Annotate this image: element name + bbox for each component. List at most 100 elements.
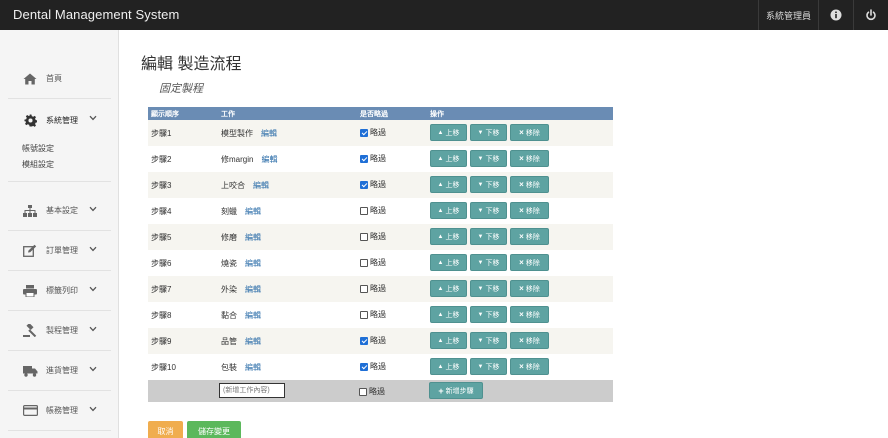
skip-checkbox[interactable]: 略過 (360, 205, 386, 216)
edit-link[interactable]: 編輯 (261, 155, 277, 164)
edit-link[interactable]: 編輯 (253, 181, 269, 190)
move-down-button[interactable]: ▼ 下移 (470, 176, 507, 193)
edit-link[interactable]: 編輯 (245, 233, 261, 242)
checkbox-box[interactable] (360, 180, 368, 189)
move-up-button[interactable]: ▲ 上移 (430, 254, 467, 271)
step-work-name: 黏合 (221, 311, 237, 320)
move-up-button[interactable]: ▲ 上移 (430, 176, 467, 193)
credit-card-icon (22, 403, 38, 419)
edit-link[interactable]: 編輯 (245, 311, 261, 320)
checkbox-box[interactable] (360, 258, 368, 267)
step-work-name: 品管 (221, 337, 237, 346)
sidebar-subitem-accounts[interactable]: 帳號設定 (22, 143, 54, 154)
remove-button[interactable]: × 移除 (510, 124, 549, 141)
remove-button[interactable]: × 移除 (510, 228, 549, 245)
checkbox-box[interactable] (360, 128, 368, 137)
add-step-button[interactable]: + 新增步驟 (429, 382, 483, 399)
sidebar-item-label: 系統管理 (46, 115, 78, 125)
caret-up-icon: ▲ (437, 181, 444, 188)
new-skip-checkbox[interactable]: 略過 (359, 386, 385, 397)
sidebar-item-system[interactable]: 系統管理 (8, 100, 111, 140)
move-down-button[interactable]: ▼ 下移 (470, 202, 507, 219)
skip-checkbox[interactable]: 略過 (360, 257, 386, 268)
checkbox-box[interactable] (360, 310, 368, 319)
skip-checkbox[interactable]: 略過 (360, 153, 386, 164)
move-down-button[interactable]: ▼ 下移 (470, 280, 507, 297)
move-down-button[interactable]: ▼ 下移 (470, 124, 507, 141)
move-up-button[interactable]: ▲ 上移 (430, 124, 467, 141)
sidebar-item-label-print[interactable]: 標籤列印 (8, 271, 111, 311)
chevron-down-icon (89, 326, 97, 332)
checkbox-box[interactable] (360, 232, 368, 241)
sidebar-item-label: 帳務管理 (46, 406, 78, 415)
checkbox-box[interactable] (359, 387, 367, 396)
edit-link[interactable]: 編輯 (245, 259, 261, 268)
info-button[interactable] (818, 0, 853, 30)
step-work: 燒瓷 編輯 (221, 258, 261, 269)
move-up-button[interactable]: ▲ 上移 (430, 332, 467, 349)
edit-link[interactable]: 編輯 (245, 337, 261, 346)
remove-button[interactable]: × 移除 (510, 306, 549, 323)
app-title[interactable]: Dental Management System (13, 7, 179, 22)
step-work: 刻蠟 編輯 (221, 206, 261, 217)
sidebar-subitem-modules[interactable]: 模組設定 (22, 159, 54, 170)
caret-up-icon: ▲ (437, 155, 444, 162)
skip-checkbox[interactable]: 略過 (360, 179, 386, 190)
move-down-button[interactable]: ▼ 下移 (470, 150, 507, 167)
remove-button[interactable]: × 移除 (510, 254, 549, 271)
skip-checkbox[interactable]: 略過 (360, 283, 386, 294)
skip-label: 略過 (370, 180, 386, 189)
move-up-button[interactable]: ▲ 上移 (430, 150, 467, 167)
move-up-label: 上移 (445, 129, 460, 137)
checkbox-box[interactable] (360, 284, 368, 293)
checkbox-box[interactable] (360, 154, 368, 163)
sidebar: 首頁 系統管理 帳號設定 模組設定 基本設定 訂單管理 標籤列印 製程管理 進貨… (0, 30, 119, 438)
remove-button[interactable]: × 移除 (510, 150, 549, 167)
move-down-button[interactable]: ▼ 下移 (470, 228, 507, 245)
checkbox-box[interactable] (360, 362, 368, 371)
sidebar-item-process[interactable]: 製程管理 (8, 311, 111, 351)
move-down-label: 下移 (485, 311, 500, 319)
move-up-button[interactable]: ▲ 上移 (430, 202, 467, 219)
remove-button[interactable]: × 移除 (510, 332, 549, 349)
user-menu[interactable]: 系統管理員 (758, 0, 818, 30)
move-up-button[interactable]: ▲ 上移 (430, 358, 467, 375)
move-up-button[interactable]: ▲ 上移 (430, 228, 467, 245)
edit-link[interactable]: 編輯 (245, 207, 261, 216)
move-down-button[interactable]: ▼ 下移 (470, 358, 507, 375)
skip-checkbox[interactable]: 略過 (360, 127, 386, 138)
edit-link[interactable]: 編輯 (261, 129, 277, 138)
sidebar-item-shipping[interactable]: 進貨管理 (8, 351, 111, 391)
skip-checkbox[interactable]: 略過 (360, 361, 386, 372)
move-down-label: 下移 (485, 155, 500, 163)
save-button[interactable]: 儲存變更 (187, 421, 241, 438)
sidebar-item-basic-settings[interactable]: 基本設定 (8, 191, 111, 231)
skip-checkbox[interactable]: 略過 (360, 309, 386, 320)
edit-link[interactable]: 編輯 (245, 363, 261, 372)
process-table: 顯示順序 工作 是否略過 操作 步驟1 模型製作 編輯 略過 ▲ 上移 ▼ 下移 × 移除 步驟2 修… (148, 107, 613, 402)
chevron-down-icon (89, 206, 97, 212)
edit-link[interactable]: 編輯 (245, 285, 261, 294)
remove-button[interactable]: × 移除 (510, 202, 549, 219)
move-down-button[interactable]: ▼ 下移 (470, 332, 507, 349)
sidebar-item-accounting[interactable]: 帳務管理 (8, 391, 111, 431)
remove-button[interactable]: × 移除 (510, 358, 549, 375)
skip-checkbox[interactable]: 略過 (360, 231, 386, 242)
cancel-button[interactable]: 取消 (148, 421, 183, 438)
sitemap-icon (22, 203, 38, 219)
caret-up-icon: ▲ (437, 311, 444, 318)
checkbox-box[interactable] (360, 206, 368, 215)
remove-button[interactable]: × 移除 (510, 176, 549, 193)
sidebar-item-orders[interactable]: 訂單管理 (8, 231, 111, 271)
checkbox-box[interactable] (360, 336, 368, 345)
move-up-button[interactable]: ▲ 上移 (430, 280, 467, 297)
chevron-down-icon (89, 286, 97, 292)
sidebar-item-home[interactable]: 首頁 (8, 59, 111, 99)
new-work-input[interactable] (219, 383, 285, 398)
move-up-button[interactable]: ▲ 上移 (430, 306, 467, 323)
move-down-button[interactable]: ▼ 下移 (470, 254, 507, 271)
remove-button[interactable]: × 移除 (510, 280, 549, 297)
move-down-button[interactable]: ▼ 下移 (470, 306, 507, 323)
skip-checkbox[interactable]: 略過 (360, 335, 386, 346)
logout-button[interactable] (853, 0, 888, 30)
